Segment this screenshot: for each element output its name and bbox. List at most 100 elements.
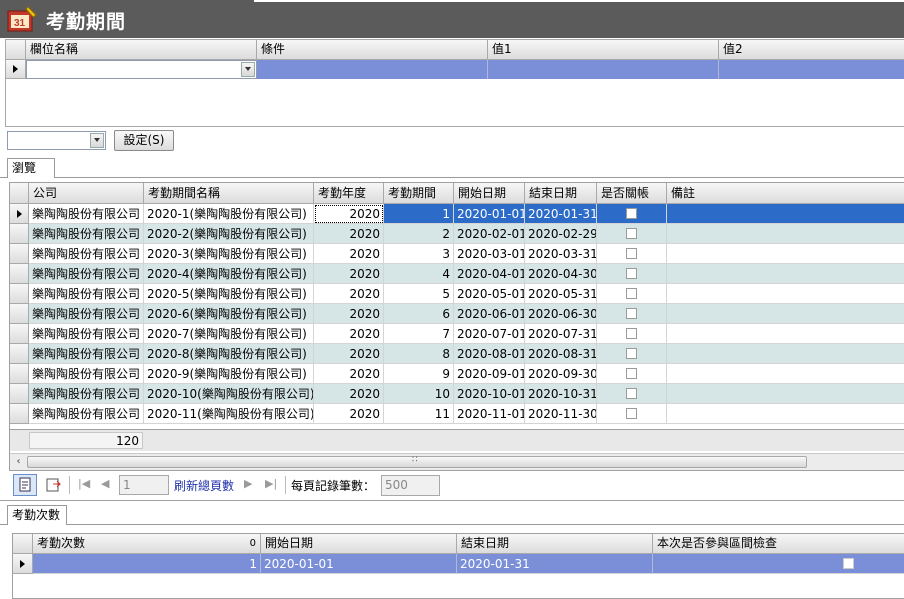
row-header[interactable] [10,264,29,284]
grid-cell-end[interactable]: 2020-10-31 [525,384,597,404]
filter-value2-cell[interactable] [719,60,904,79]
grid-cell-end[interactable]: 2020-01-31 [525,204,597,224]
grid-cell-start[interactable]: 2020-04-01 [454,264,525,284]
grid-col-period[interactable]: 考勤期間 [384,183,454,204]
closed-checkbox[interactable] [626,248,637,259]
grid-cell-note[interactable] [667,264,904,284]
grid-col-name[interactable]: 考勤期間名稱 [144,183,314,204]
grid-cell-note[interactable] [667,304,904,324]
horizontal-scrollbar[interactable]: ‹ ∷ [10,453,904,470]
grid-col-year[interactable]: 考勤年度 [314,183,384,204]
detail-col-check[interactable]: 本次是否參與區間檢查 [653,534,904,554]
grid-cell-note[interactable] [667,364,904,384]
grid-cell-note[interactable] [667,404,904,424]
grid-cell-year[interactable]: 2020 [314,344,384,364]
filter-col-condition[interactable]: 條件 [257,40,488,60]
grid-cell-start[interactable]: 2020-09-01 [454,364,525,384]
scroll-left-icon[interactable]: ‹ [12,456,25,468]
row-header[interactable] [10,224,29,244]
preset-select[interactable] [7,131,106,150]
grid-cell-company[interactable]: 樂陶陶股份有限公司 [29,364,144,384]
grid-cell-company[interactable]: 樂陶陶股份有限公司 [29,344,144,364]
detail-col-end[interactable]: 結束日期 [457,534,653,554]
grid-cell-start[interactable]: 2020-10-01 [454,384,525,404]
row-header[interactable] [10,204,29,224]
grid-cell-closed[interactable] [597,344,667,364]
grid-cell-company[interactable]: 樂陶陶股份有限公司 [29,304,144,324]
grid-col-note[interactable]: 備註 [667,183,904,204]
grid-cell-year[interactable]: 2020 [314,244,384,264]
chevron-down-icon[interactable] [241,62,255,77]
grid-cell-name[interactable]: 2020-4(樂陶陶股份有限公司) [144,264,314,284]
grid-cell-period[interactable]: 9 [384,364,454,384]
grid-cell-note[interactable] [667,344,904,364]
detail-col-count[interactable]: 考勤次數 0 [33,534,261,554]
grid-cell-start[interactable]: 2020-03-01 [454,244,525,264]
detail-col-start[interactable]: 開始日期 [261,534,457,554]
grid-cell-closed[interactable] [597,264,667,284]
grid-cell-name[interactable]: 2020-5(樂陶陶股份有限公司) [144,284,314,304]
grid-cell-closed[interactable] [597,284,667,304]
closed-checkbox[interactable] [626,308,637,319]
set-button[interactable]: 設定(S) [114,130,174,151]
grid-cell-closed[interactable] [597,364,667,384]
grid-cell-year[interactable]: 2020 [314,324,384,344]
grid-cell-company[interactable]: 樂陶陶股份有限公司 [29,404,144,424]
grid-cell-closed[interactable] [597,324,667,344]
first-page-icon[interactable]: |◀ [78,477,90,490]
page-number-input[interactable]: 1 [119,475,169,495]
closed-checkbox[interactable] [626,368,637,379]
closed-checkbox[interactable] [626,348,637,359]
per-page-input[interactable]: 500 [381,475,440,496]
grid-cell-period[interactable]: 1 [384,204,454,224]
row-header[interactable] [10,404,29,424]
grid-col-end[interactable]: 結束日期 [525,183,597,204]
export-button[interactable] [43,475,65,495]
grid-col-closed[interactable]: 是否關帳 [597,183,667,204]
row-header[interactable] [10,304,29,324]
scroll-thumb[interactable]: ∷ [27,455,807,468]
closed-checkbox[interactable] [626,328,637,339]
grid-cell-period[interactable]: 5 [384,284,454,304]
grid-cell-end[interactable]: 2020-11-30 [525,404,597,424]
detail-cell-end[interactable]: 2020-01-31 [457,554,653,574]
grid-cell-period[interactable]: 6 [384,304,454,324]
filter-value1-cell[interactable] [488,60,719,79]
row-header[interactable] [10,284,29,304]
closed-checkbox[interactable] [626,408,637,419]
grid-cell-name[interactable]: 2020-11(樂陶陶股份有限公司) [144,404,314,424]
grid-cell-year[interactable]: 2020 [314,284,384,304]
grid-cell-company[interactable]: 樂陶陶股份有限公司 [29,324,144,344]
grid-cell-year[interactable]: 2020 [314,384,384,404]
closed-checkbox[interactable] [626,208,637,219]
tab-browse[interactable]: 瀏覽 [7,158,55,178]
detail-cell-checked[interactable] [653,554,904,574]
grid-cell-note[interactable] [667,324,904,344]
grid-cell-closed[interactable] [597,384,667,404]
filter-col-value2[interactable]: 值2 [719,40,904,60]
grid-cell-end[interactable]: 2020-06-30 [525,304,597,324]
row-header[interactable] [10,324,29,344]
row-header[interactable] [10,364,29,384]
grid-cell-company[interactable]: 樂陶陶股份有限公司 [29,264,144,284]
grid-cell-name[interactable]: 2020-8(樂陶陶股份有限公司) [144,344,314,364]
grid-cell-company[interactable]: 樂陶陶股份有限公司 [29,384,144,404]
grid-cell-year[interactable]: 2020 [314,404,384,424]
grid-cell-end[interactable]: 2020-08-31 [525,344,597,364]
grid-cell-end[interactable]: 2020-03-31 [525,244,597,264]
grid-cell-end[interactable]: 2020-07-31 [525,324,597,344]
grid-cell-company[interactable]: 樂陶陶股份有限公司 [29,244,144,264]
filter-field-select[interactable] [26,60,257,79]
splitter[interactable] [0,500,904,501]
grid-cell-closed[interactable] [597,404,667,424]
grid-cell-year[interactable]: 2020 [314,364,384,384]
refresh-pages-link[interactable]: 刷新總頁數 [174,477,234,494]
grid-cell-name[interactable]: 2020-7(樂陶陶股份有限公司) [144,324,314,344]
grid-cell-year[interactable]: 2020 [314,264,384,284]
grid-cell-period[interactable]: 3 [384,244,454,264]
grid-cell-name[interactable]: 2020-10(樂陶陶股份有限公司) [144,384,314,404]
last-page-icon[interactable]: ▶| [265,477,277,490]
grid-cell-end[interactable]: 2020-05-31 [525,284,597,304]
grid-cell-start[interactable]: 2020-08-01 [454,344,525,364]
grid-cell-period[interactable]: 8 [384,344,454,364]
